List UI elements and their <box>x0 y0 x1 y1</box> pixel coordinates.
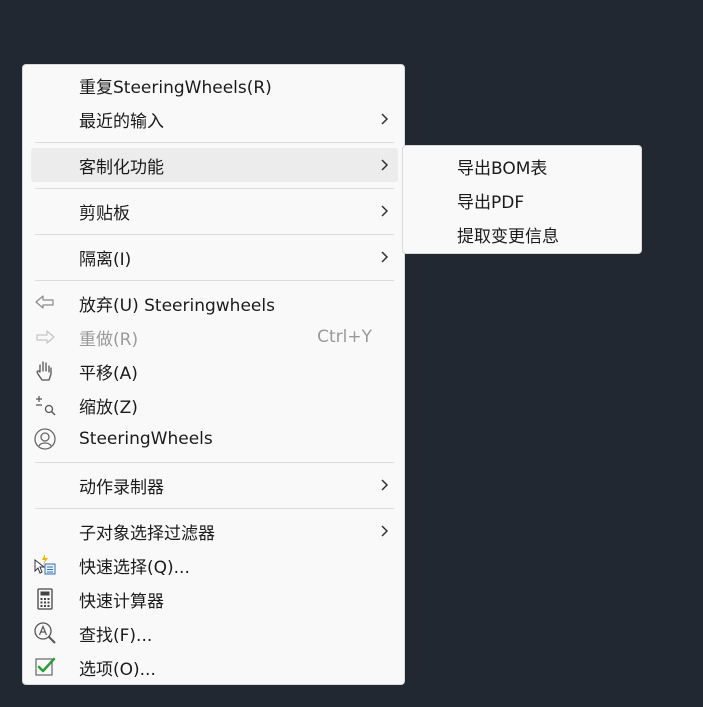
menu-item-repeat-steeringwheels[interactable]: 重复SteeringWheels(R) <box>31 68 398 102</box>
menu-item-undo[interactable]: 放弃(U) Steeringwheels <box>31 286 398 320</box>
menu-item-redo[interactable]: 重做(R) Ctrl+Y <box>31 320 398 354</box>
menu-item-label: 剪贴板 <box>79 203 130 224</box>
chevron-right-icon <box>381 205 389 217</box>
submenu-item-export-pdf[interactable]: 导出PDF <box>411 183 633 217</box>
menu-item-quick-calculator[interactable]: 快速计算器 <box>31 582 398 616</box>
menu-item-clipboard[interactable]: 剪贴板 <box>31 194 398 228</box>
menu-item-label: 查找(F)... <box>79 625 153 646</box>
menu-item-label: 放弃(U) Steeringwheels <box>79 295 275 316</box>
pan-hand-icon <box>33 359 57 383</box>
chevron-right-icon <box>381 479 389 491</box>
submenu-item-export-bom[interactable]: 导出BOM表 <box>411 149 633 183</box>
menu-item-label: 动作录制器 <box>79 477 164 498</box>
menu-item-label: 子对象选择过滤器 <box>79 523 215 544</box>
submenu-item-extract-changes[interactable]: 提取变更信息 <box>411 217 633 251</box>
menu-item-label: 快速计算器 <box>79 591 164 612</box>
quick-select-icon <box>33 553 57 577</box>
checkmark-icon <box>33 655 57 679</box>
menu-item-custom-functions[interactable]: 客制化功能 <box>31 148 398 182</box>
menu-separator <box>35 142 394 143</box>
steering-wheel-icon <box>33 427 57 451</box>
calculator-icon <box>33 587 57 611</box>
menu-item-label: 缩放(Z) <box>79 397 138 418</box>
zoom-icon <box>33 393 57 417</box>
submenu-item-label: 提取变更信息 <box>457 226 559 247</box>
menu-item-shortcut: Ctrl+Y <box>317 327 372 347</box>
menu-item-zoom[interactable]: 缩放(Z) <box>31 388 398 422</box>
menu-item-isolate[interactable]: 隔离(I) <box>31 240 398 274</box>
menu-item-subobject-filter[interactable]: 子对象选择过滤器 <box>31 514 398 548</box>
menu-item-label: 最近的输入 <box>79 111 164 132</box>
menu-item-label: 隔离(I) <box>79 249 132 270</box>
menu-item-action-recorder[interactable]: 动作录制器 <box>31 468 398 502</box>
menu-item-recent-input[interactable]: 最近的输入 <box>31 102 398 136</box>
menu-separator <box>35 280 394 281</box>
menu-item-label: 快速选择(Q)... <box>79 557 190 578</box>
menu-item-label: 客制化功能 <box>79 157 164 178</box>
chevron-right-icon <box>381 251 389 263</box>
submenu-item-label: 导出BOM表 <box>457 158 548 179</box>
menu-item-pan[interactable]: 平移(A) <box>31 354 398 388</box>
menu-item-options[interactable]: 选项(O)... <box>31 650 398 684</box>
find-icon <box>33 621 57 645</box>
menu-item-label: 重做(R) <box>79 329 139 350</box>
menu-item-steeringwheels[interactable]: SteeringWheels <box>31 422 398 456</box>
menu-separator <box>35 188 394 189</box>
menu-item-quick-select[interactable]: 快速选择(Q)... <box>31 548 398 582</box>
undo-icon <box>33 291 57 315</box>
menu-item-label: 重复SteeringWheels(R) <box>79 77 272 98</box>
chevron-right-icon <box>381 113 389 125</box>
menu-separator <box>35 508 394 509</box>
chevron-right-icon <box>381 159 389 171</box>
chevron-right-icon <box>381 525 389 537</box>
redo-icon <box>33 325 57 349</box>
submenu-item-label: 导出PDF <box>457 192 525 213</box>
menu-item-label: SteeringWheels <box>79 429 213 449</box>
menu-separator <box>35 462 394 463</box>
menu-separator <box>35 234 394 235</box>
context-menu: 重复SteeringWheels(R) 最近的输入 客制化功能 剪贴板 隔离(I… <box>22 64 405 685</box>
menu-item-label: 平移(A) <box>79 363 138 384</box>
menu-item-find[interactable]: 查找(F)... <box>31 616 398 650</box>
custom-functions-submenu: 导出BOM表 导出PDF 提取变更信息 <box>402 145 642 254</box>
menu-item-label: 选项(O)... <box>79 659 156 680</box>
